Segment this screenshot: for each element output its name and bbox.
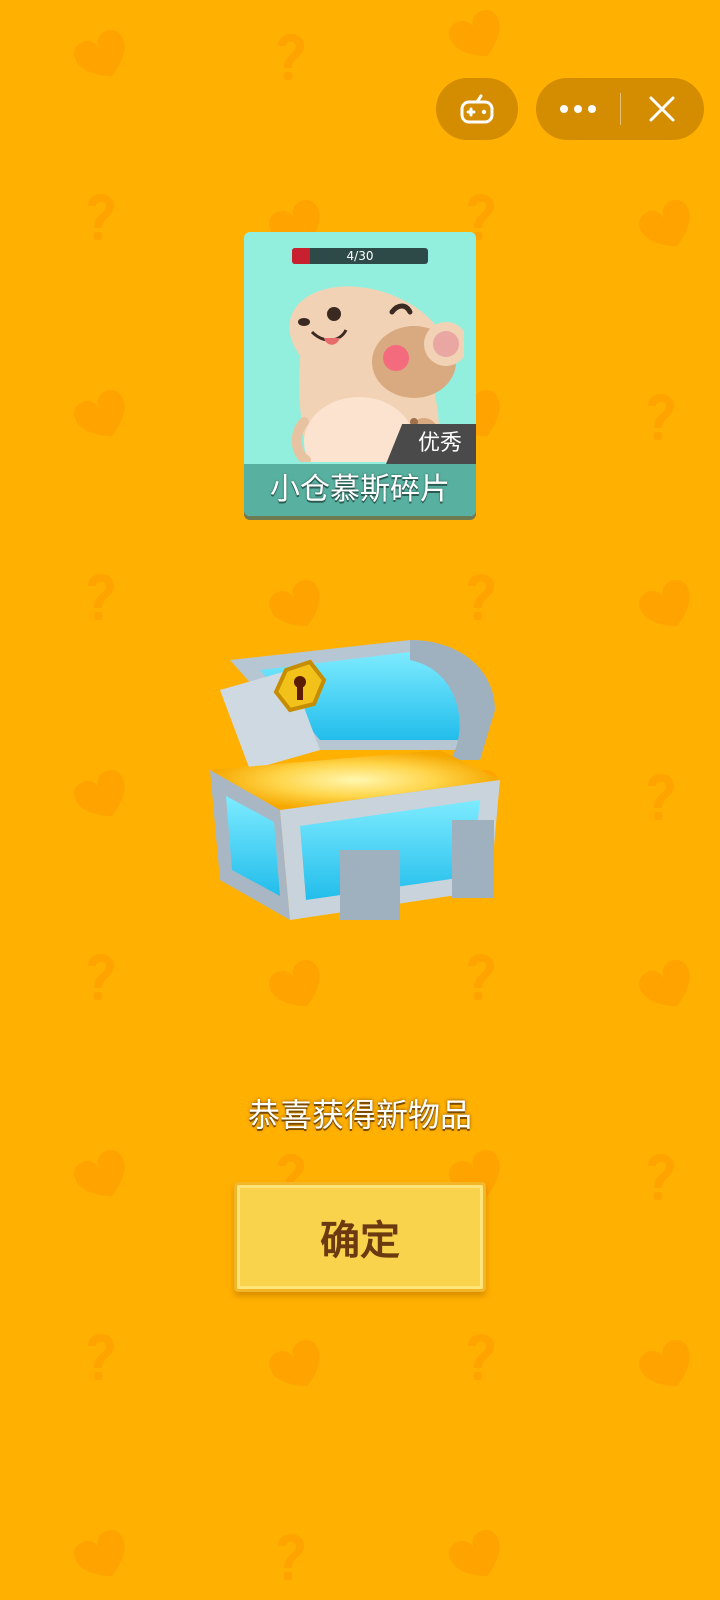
item-card: 4/30 优秀 小仓慕斯碎片	[244, 232, 476, 516]
close-button[interactable]	[621, 78, 705, 140]
reward-message: 恭喜获得新物品	[247, 1096, 472, 1134]
progress-text: 4/30	[346, 249, 374, 263]
mini-program-capsule	[536, 78, 704, 140]
game-center-button[interactable]	[436, 78, 518, 140]
confirm-button[interactable]: 确定	[234, 1182, 486, 1292]
collection-progress-bar: 4/30	[292, 248, 428, 264]
more-dots-icon	[559, 105, 596, 113]
more-button[interactable]	[536, 78, 620, 140]
item-name: 小仓慕斯碎片	[244, 464, 476, 516]
gamepad-icon	[460, 94, 494, 124]
treasure-chest-illustration	[210, 640, 500, 920]
close-icon	[649, 96, 675, 122]
